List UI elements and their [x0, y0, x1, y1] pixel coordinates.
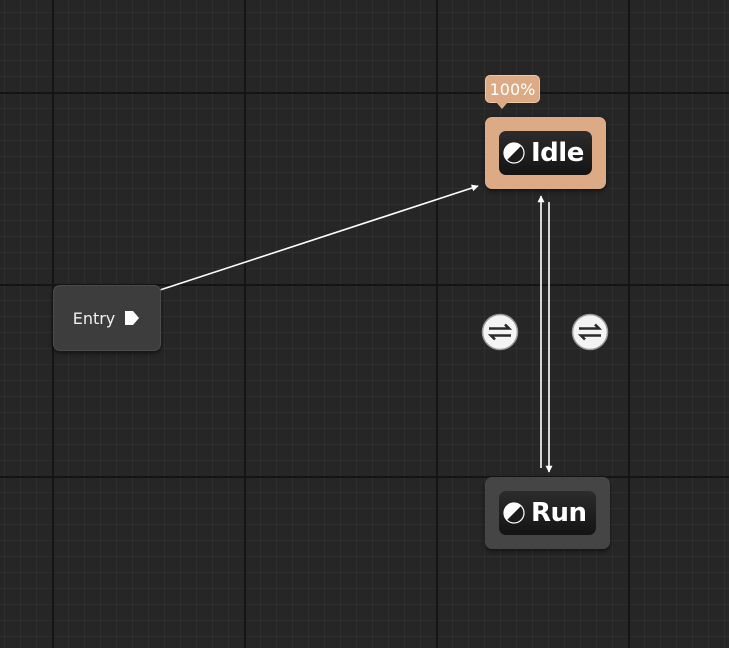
- state-node-run[interactable]: Run: [485, 477, 610, 549]
- state-icon: [503, 502, 525, 524]
- entry-node[interactable]: Entry: [53, 285, 161, 351]
- state-weight-text: 100%: [489, 79, 536, 99]
- state-title-bar: Idle: [499, 131, 592, 175]
- state-node-idle[interactable]: Idle: [485, 117, 606, 189]
- transition-rule-icon[interactable]: [571, 313, 609, 351]
- state-title-bar: Run: [499, 491, 596, 535]
- state-icon: [503, 142, 525, 164]
- exec-pin-icon[interactable]: [123, 309, 141, 327]
- state-machine-graph[interactable]: Entry 100% Idle Run: [0, 0, 729, 648]
- transition-rule-icon[interactable]: [481, 313, 519, 351]
- state-label-run: Run: [531, 498, 587, 528]
- state-weight-badge: 100%: [485, 75, 540, 109]
- entry-to-idle-wire: [159, 184, 479, 291]
- entry-label: Entry: [72, 308, 116, 328]
- state-label-idle: Idle: [531, 138, 584, 168]
